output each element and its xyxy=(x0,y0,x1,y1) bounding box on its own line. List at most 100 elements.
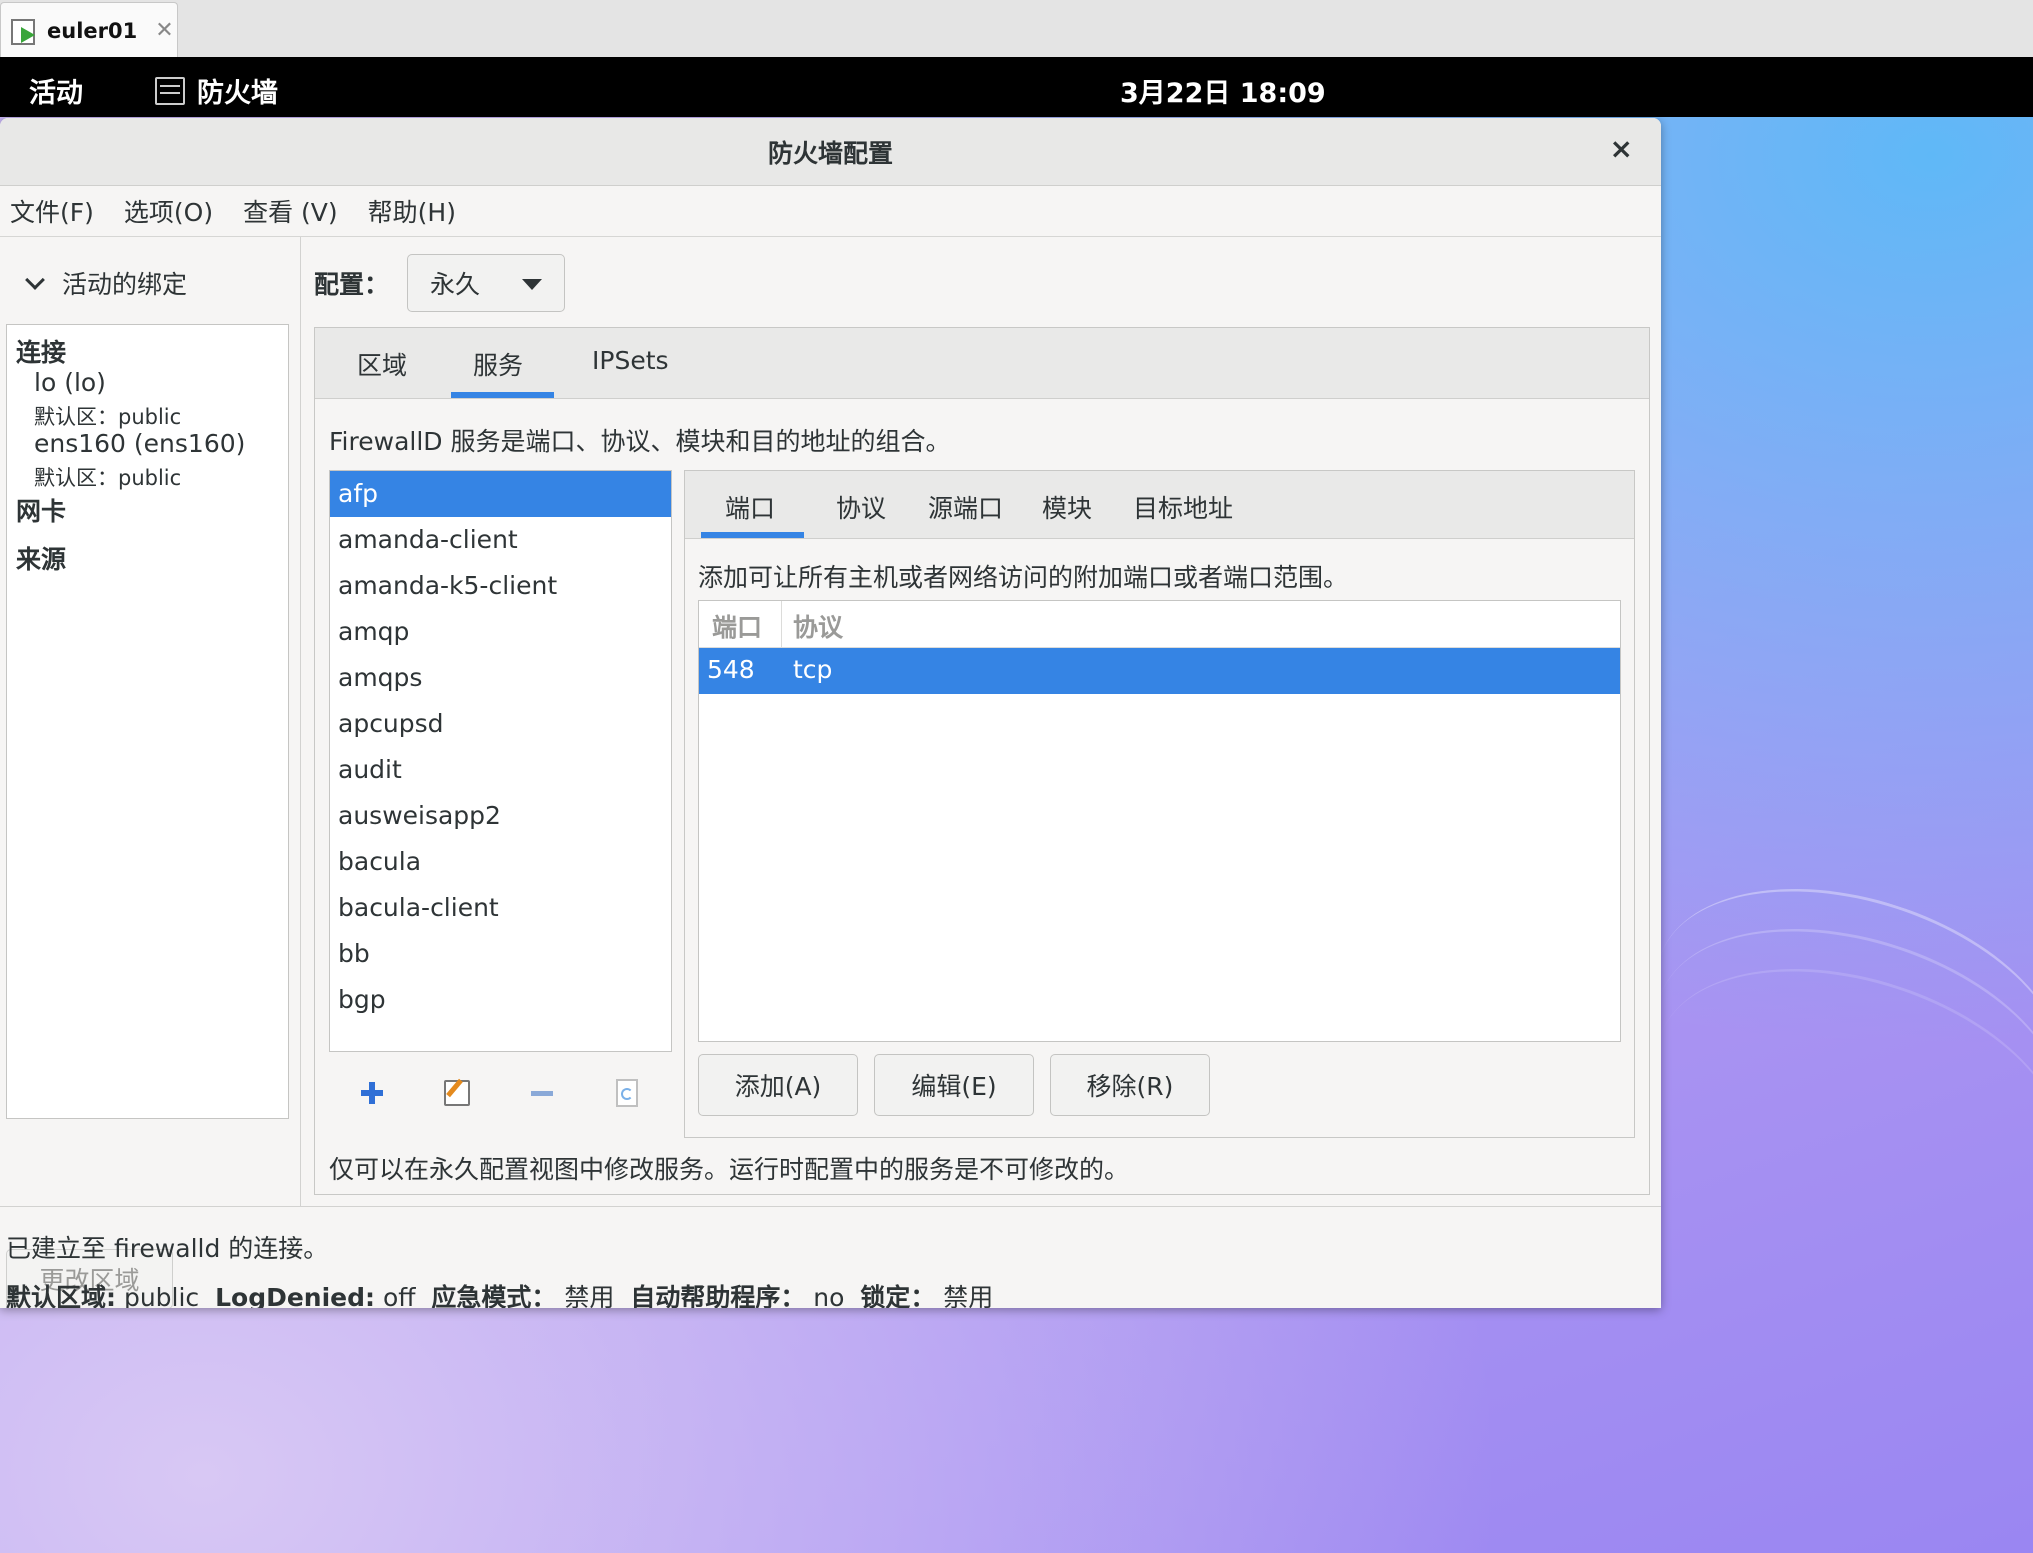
protocol-cell: tcp xyxy=(793,655,833,684)
service-item[interactable]: bacula xyxy=(330,839,671,885)
add-port-button[interactable]: 添加(A) xyxy=(698,1054,858,1116)
column-header-protocol[interactable]: 协议 xyxy=(793,608,843,644)
reload-icon xyxy=(616,1079,639,1107)
status-bar: 已建立至 firewalld 的连接。 默认区域: public LogDeni… xyxy=(0,1206,1661,1308)
service-detail-notebook: 端口 协议 源端口 模块 目标地址 添加可让所有主机或者网络访问的附加端口或者端… xyxy=(684,470,1635,1138)
tab-ports[interactable]: 端口 xyxy=(725,489,775,525)
tab-modules[interactable]: 模块 xyxy=(1042,489,1092,525)
auto-helpers-value: no xyxy=(813,1283,845,1308)
active-subtab-indicator xyxy=(701,532,804,538)
minus-icon xyxy=(531,1090,554,1096)
service-item[interactable]: bgp xyxy=(330,977,671,1023)
panic-mode-label: 应急模式： xyxy=(431,1283,557,1308)
service-list: afp amanda-client amanda-k5-client amqp … xyxy=(329,470,672,1052)
tab-protocols[interactable]: 协议 xyxy=(836,489,886,525)
menu-help[interactable]: 帮助(H) xyxy=(368,193,456,229)
services-note: 仅可以在永久配置视图中修改服务。运行时配置中的服务是不可修改的。 xyxy=(329,1155,1130,1184)
connection-lo-zone: 默认区：public xyxy=(34,405,182,429)
vm-tab-strip: euler01 ✕ xyxy=(0,0,2033,58)
connection-ens160-zone: 默认区：public xyxy=(34,466,182,490)
gnome-top-bar: 活动 防火墙 3月22日 18:09 xyxy=(0,57,2033,117)
firewall-config-window: 防火墙配置 × 文件(F) 选项(O) 查看 (V) 帮助(H) 活动的绑定 连… xyxy=(0,118,1661,1308)
tab-destinations[interactable]: 目标地址 xyxy=(1133,489,1233,525)
service-item[interactable]: amqp xyxy=(330,609,671,655)
plus-icon xyxy=(360,1082,383,1104)
active-bindings-label: 活动的绑定 xyxy=(62,270,188,299)
port-buttons: 添加(A) 编辑(E) 移除(R) xyxy=(698,1054,1226,1116)
app-menu-label: 防火墙 xyxy=(197,78,278,109)
connection-ens160-name[interactable]: ens160 (ens160) xyxy=(34,429,245,458)
chevron-down-icon xyxy=(25,270,45,290)
menu-view[interactable]: 查看 (V) xyxy=(243,193,338,229)
panic-mode-value: 禁用 xyxy=(564,1283,615,1308)
group-sources[interactable]: 来源 xyxy=(16,540,66,576)
dropdown-arrow-icon xyxy=(522,279,543,290)
lockdown-label: 锁定： xyxy=(860,1283,936,1308)
vm-tab-close-icon[interactable]: ✕ xyxy=(155,18,173,43)
config-mode-value: 永久 xyxy=(430,270,481,299)
auto-helpers-label: 自动帮助程序： xyxy=(630,1283,806,1308)
clock[interactable]: 3月22日 18:09 xyxy=(1120,71,1326,110)
service-item[interactable]: audit xyxy=(330,747,671,793)
remove-port-button[interactable]: 移除(R) xyxy=(1050,1054,1210,1116)
edit-port-button[interactable]: 编辑(E) xyxy=(874,1054,1034,1116)
service-item[interactable]: bacula-client xyxy=(330,885,671,931)
app-menu[interactable]: 防火墙 xyxy=(155,71,278,110)
firewall-app-icon xyxy=(155,76,185,105)
ports-description: 添加可让所有主机或者网络访问的附加端口或者端口范围。 xyxy=(698,563,1349,592)
window-title: 防火墙配置 xyxy=(767,139,893,168)
tab-zones[interactable]: 区域 xyxy=(357,346,407,382)
service-item[interactable]: apcupsd xyxy=(330,701,671,747)
add-service-button[interactable] xyxy=(329,1050,414,1136)
status-details: 默认区域: public LogDenied: off 应急模式： 禁用 自动帮… xyxy=(6,1278,993,1308)
service-toolbar xyxy=(329,1050,670,1136)
service-item[interactable]: ausweisapp2 xyxy=(330,793,671,839)
window-titlebar[interactable]: 防火墙配置 × xyxy=(0,118,1661,186)
ports-table-header: 端口 协议 xyxy=(699,601,1620,648)
ports-table: 端口 协议 548 tcp xyxy=(698,600,1621,1042)
menu-options[interactable]: 选项(O) xyxy=(124,193,213,229)
service-item[interactable]: amanda-k5-client xyxy=(330,563,671,609)
load-defaults-button[interactable] xyxy=(585,1050,670,1136)
group-nics[interactable]: 网卡 xyxy=(16,492,66,528)
remove-service-button[interactable] xyxy=(500,1050,585,1136)
edit-icon xyxy=(443,1080,470,1106)
main-notebook: 区域 服务 IPSets FirewallD 服务是端口、协议、模块和目的地址的… xyxy=(314,327,1650,1195)
menu-bar: 文件(F) 选项(O) 查看 (V) 帮助(H) xyxy=(0,186,1661,237)
menu-file[interactable]: 文件(F) xyxy=(10,193,94,229)
tab-services[interactable]: 服务 xyxy=(473,346,523,382)
logdenied-label: LogDenied: xyxy=(215,1283,376,1308)
service-item[interactable]: afp xyxy=(330,471,671,517)
edit-service-button[interactable] xyxy=(414,1050,499,1136)
lockdown-value: 禁用 xyxy=(943,1283,994,1308)
active-bindings-panel: 活动的绑定 连接 lo (lo) 默认区：public ens160 (ens1… xyxy=(0,237,301,1308)
table-row[interactable]: 548 tcp xyxy=(699,648,1620,694)
vm-tab[interactable]: euler01 ✕ xyxy=(0,2,178,58)
activities-button[interactable]: 活动 xyxy=(29,71,83,110)
service-item[interactable]: bb xyxy=(330,931,671,977)
window-close-icon[interactable]: × xyxy=(1610,132,1633,165)
config-mode-select[interactable]: 永久 xyxy=(407,254,566,312)
main-tab-bar: 区域 服务 IPSets xyxy=(315,328,1649,399)
group-connections[interactable]: 连接 xyxy=(16,333,66,369)
port-cell: 548 xyxy=(707,655,755,684)
active-bindings-expander[interactable]: 活动的绑定 xyxy=(25,265,188,301)
service-item[interactable]: amanda-client xyxy=(330,517,671,563)
connection-lo-name[interactable]: lo (lo) xyxy=(34,368,106,397)
active-tab-indicator xyxy=(451,392,554,398)
config-row: 配置： 永久 xyxy=(314,253,566,313)
default-zone-value: public xyxy=(123,1283,200,1308)
column-separator xyxy=(781,601,782,647)
vm-play-icon xyxy=(11,17,39,45)
column-header-port[interactable]: 端口 xyxy=(712,608,762,644)
config-label: 配置： xyxy=(314,270,390,299)
logdenied-value: off xyxy=(382,1283,416,1308)
tab-source-ports[interactable]: 源端口 xyxy=(928,489,1003,525)
bindings-list: 连接 lo (lo) 默认区：public ens160 (ens160) 默认… xyxy=(6,324,289,1119)
connection-status: 已建立至 firewalld 的连接。 xyxy=(6,1234,329,1263)
default-zone-label: 默认区域: xyxy=(6,1283,116,1308)
vm-tab-title: euler01 xyxy=(47,18,138,43)
service-item[interactable]: amqps xyxy=(330,655,671,701)
tab-ipsets[interactable]: IPSets xyxy=(592,346,669,375)
service-detail-tab-bar: 端口 协议 源端口 模块 目标地址 xyxy=(685,471,1634,539)
